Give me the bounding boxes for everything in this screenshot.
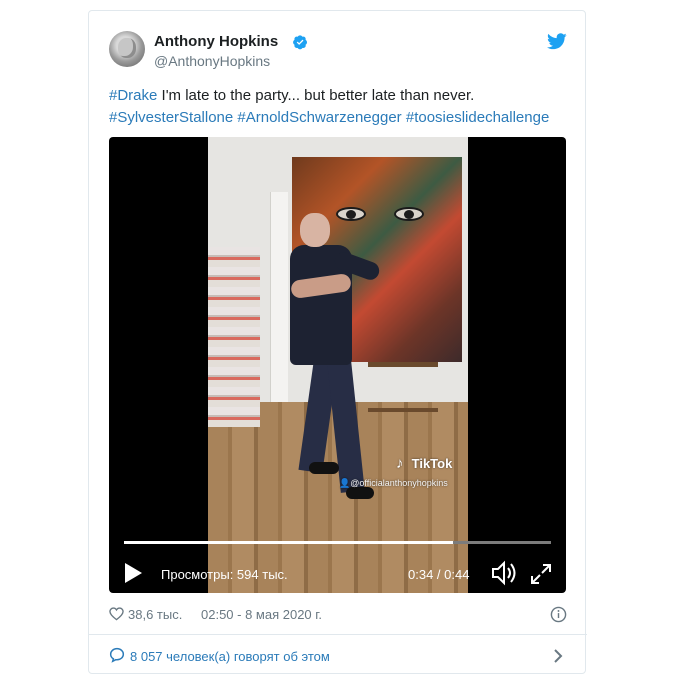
video-player[interactable]: ♪ TikTok 👤@officialanthonyhopkins Просмо…	[109, 137, 566, 593]
author-name[interactable]: Anthony Hopkins	[154, 33, 278, 50]
person-head	[300, 213, 330, 247]
fullscreen-icon[interactable]	[529, 562, 553, 586]
avatar[interactable]	[109, 31, 145, 67]
progress-bar[interactable]	[124, 541, 551, 544]
volume-icon[interactable]	[491, 560, 519, 586]
hashtag-link[interactable]: #Drake	[109, 87, 157, 104]
heart-icon[interactable]	[109, 607, 124, 621]
tweet-body: I'm late to the party... but better late…	[157, 87, 475, 104]
tweet-meta: 38,6 тыс. 02:50 - 8 мая 2020 г.	[109, 606, 567, 624]
tiktok-user-text: @officialanthonyhopkins	[350, 478, 448, 488]
painted-eye	[394, 207, 424, 221]
user-icon: 👤	[339, 478, 351, 488]
tiktok-username: 👤@officialanthonyhopkins	[339, 478, 448, 489]
tweet-card: Anthony Hopkins @AnthonyHopkins #Drake I…	[88, 10, 587, 674]
video-frame[interactable]	[208, 137, 468, 593]
like-count[interactable]: 38,6 тыс.	[128, 607, 182, 622]
tiktok-brand: TikTok	[411, 456, 453, 471]
tweet-header: Anthony Hopkins @AnthonyHopkins	[109, 31, 567, 71]
progress-fill	[124, 541, 453, 544]
hashtag-link[interactable]: #SylvesterStallone	[109, 109, 233, 126]
tiktok-logo-icon: ♪	[396, 455, 404, 472]
conversation-link[interactable]: 8 057 человек(а) говорят об этом	[109, 647, 567, 667]
info-icon[interactable]	[550, 606, 567, 623]
tweet-text: #Drake I'm late to the party... but bett…	[109, 85, 571, 129]
author-handle[interactable]: @AnthonyHopkins	[154, 53, 270, 69]
verified-badge-icon	[293, 35, 308, 50]
easel	[368, 362, 438, 412]
tweet-date[interactable]: 02:50 - 8 мая 2020 г.	[201, 607, 322, 622]
play-icon[interactable]	[123, 562, 143, 584]
divider	[89, 634, 587, 635]
person-shoe	[309, 462, 339, 474]
canvas-stack	[208, 247, 260, 427]
hashtag-link[interactable]: #ArnoldSchwarzenegger	[237, 109, 401, 126]
tiktok-watermark: ♪ TikTok	[396, 455, 452, 472]
twitter-bird-icon[interactable]	[547, 33, 567, 50]
video-time: 0:34 / 0:44	[408, 567, 470, 582]
painted-eye	[336, 207, 366, 221]
hashtag-link[interactable]: #toosieslidechallenge	[406, 109, 549, 126]
speech-bubble-icon	[109, 647, 125, 663]
view-count: Просмотры: 594 тыс.	[161, 567, 288, 582]
door-frame	[270, 192, 288, 402]
chevron-right-icon[interactable]	[553, 648, 563, 664]
conversation-text[interactable]: 8 057 человек(а) говорят об этом	[130, 649, 330, 664]
